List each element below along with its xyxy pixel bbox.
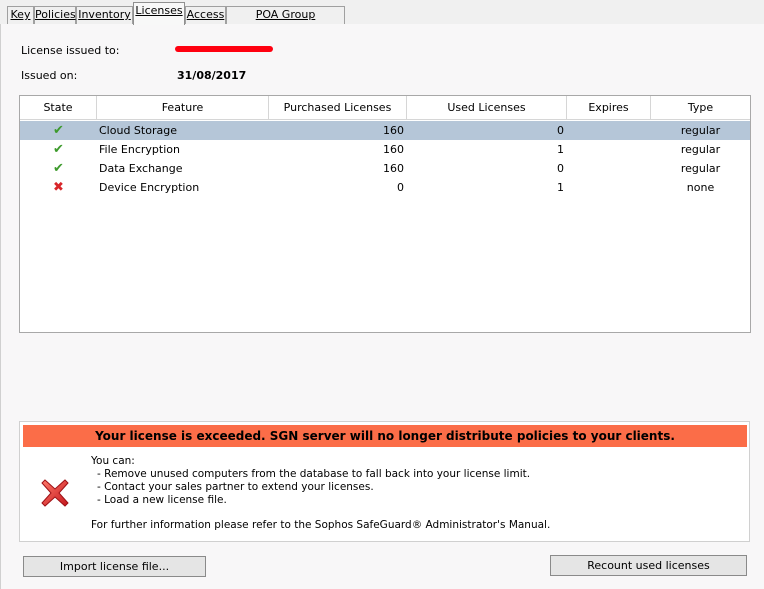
purchased-cell: 0	[397, 181, 404, 194]
state-cell: ✔	[20, 121, 97, 140]
purchased-cell: 160	[383, 143, 404, 156]
warning-footer: For further information please refer to …	[91, 519, 551, 531]
purchased-cell: 160	[383, 162, 404, 175]
used-cell: 0	[557, 124, 564, 137]
license-warning-box: Your license is exceeded. SGN server wil…	[19, 421, 750, 542]
issued-on-value: 31/08/2017	[177, 69, 247, 82]
expires-cell	[569, 140, 649, 159]
warning-intro: You can:	[91, 455, 135, 467]
feature-cell: Cloud Storage	[99, 124, 177, 137]
tab-inventory[interactable]: Inventory	[76, 6, 133, 24]
used-cell: 1	[557, 143, 564, 156]
check-icon: ✔	[53, 142, 64, 157]
column-header-feature[interactable]: Feature	[97, 96, 269, 120]
column-header-purchased[interactable]: Purchased Licenses	[269, 96, 407, 120]
license-exceeded-banner: Your license is exceeded. SGN server wil…	[23, 425, 747, 447]
used-cell: 1	[557, 181, 564, 194]
column-header-state[interactable]: State	[20, 96, 97, 120]
feature-cell: File Encryption	[99, 143, 180, 156]
feature-cell: Data Exchange	[99, 162, 183, 175]
type-cell: none	[686, 181, 715, 194]
tab-access[interactable]: Access	[185, 6, 226, 24]
used-cell: 0	[557, 162, 564, 175]
warning-item: - Load a new license file.	[97, 494, 227, 506]
feature-cell: Device Encryption	[99, 181, 200, 194]
column-header-expires[interactable]: Expires	[567, 96, 651, 120]
check-icon: ✔	[53, 161, 64, 176]
table-row[interactable]: ✔ Cloud Storage 160 0 regular	[20, 121, 750, 140]
type-cell: regular	[680, 124, 721, 137]
recount-licenses-button[interactable]: Recount used licenses	[550, 555, 747, 576]
table-row[interactable]: ✔ Data Exchange 160 0 regular	[20, 159, 750, 178]
column-header-used[interactable]: Used Licenses	[407, 96, 567, 120]
warning-item: - Remove unused computers from the datab…	[97, 468, 531, 480]
tab-key[interactable]: Key	[7, 6, 34, 24]
state-cell: ✔	[20, 159, 97, 178]
purchased-cell: 160	[383, 124, 404, 137]
warning-item: - Contact your sales partner to extend y…	[97, 481, 374, 493]
issued-on-label: Issued on:	[21, 69, 78, 82]
redacted-licensee	[175, 46, 273, 52]
cross-icon: ✖	[53, 180, 64, 195]
tab-licenses[interactable]: Licenses	[133, 2, 185, 25]
tab-poa-group-assignment[interactable]: POA Group Assignment	[226, 6, 345, 37]
state-cell: ✔	[20, 140, 97, 159]
tab-policies[interactable]: Policies	[34, 6, 76, 24]
error-cross-icon	[40, 478, 70, 511]
expires-cell	[569, 159, 649, 178]
type-cell: regular	[680, 143, 721, 156]
issued-to-label: License issued to:	[21, 44, 120, 57]
expires-cell	[569, 121, 649, 140]
type-cell: regular	[680, 162, 721, 175]
tab-bar: Key Policies Inventory Licenses Access P…	[0, 0, 764, 37]
table-row[interactable]: ✔ File Encryption 160 1 regular	[20, 140, 750, 159]
import-license-button[interactable]: Import license file...	[23, 556, 206, 577]
table-row[interactable]: ✖ Device Encryption 0 1 none	[20, 178, 750, 197]
expires-cell	[569, 178, 649, 197]
table-header: State Feature Purchased Licenses Used Li…	[20, 96, 750, 120]
column-header-type[interactable]: Type	[651, 96, 750, 120]
check-icon: ✔	[53, 123, 64, 138]
license-table[interactable]: State Feature Purchased Licenses Used Li…	[19, 95, 751, 333]
state-cell: ✖	[20, 178, 97, 197]
